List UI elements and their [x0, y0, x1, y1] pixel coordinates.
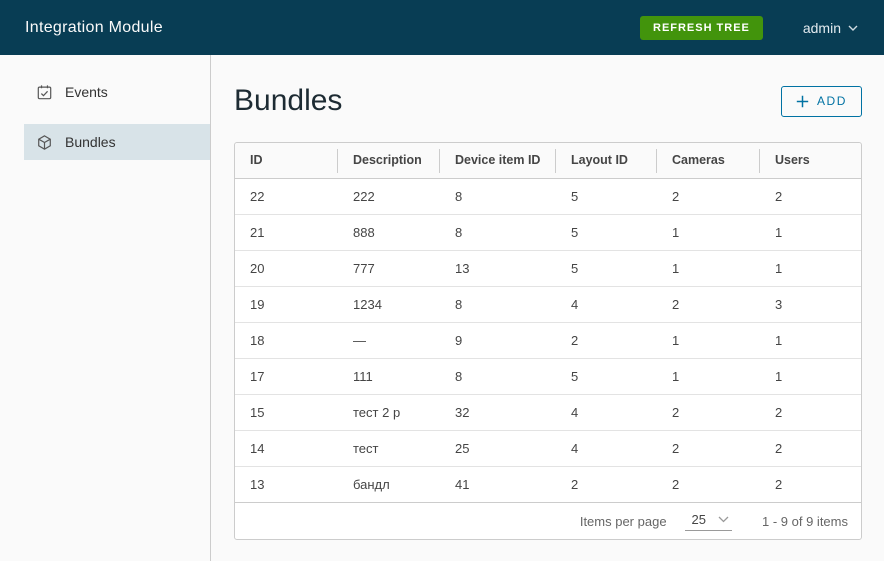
table-cell: 17 [235, 358, 338, 394]
table-cell: 111 [338, 358, 440, 394]
table-header-row: IDDescriptionDevice item IDLayout IDCame… [235, 143, 861, 178]
table-cell: 8 [440, 358, 556, 394]
page-title: Bundles [234, 84, 342, 118]
items-per-page-select[interactable]: 25 [685, 512, 732, 531]
table-cell: 4 [556, 430, 657, 466]
table-cell: 222 [338, 178, 440, 214]
table-cell: 2 [760, 394, 861, 430]
plus-icon [796, 95, 809, 108]
column-header: Device item ID [440, 143, 556, 178]
table-cell: 2 [657, 286, 760, 322]
table-body: 2222285222188885112077713511191234842318… [235, 178, 861, 502]
table-cell: 2 [760, 430, 861, 466]
table-cell: 2 [760, 178, 861, 214]
table-cell: 2 [657, 394, 760, 430]
table-cell: 1 [760, 322, 861, 358]
pagination-range: 1 - 9 of 9 items [762, 514, 848, 529]
sidebar: Events Bundles [0, 55, 211, 561]
table-cell: 20 [235, 250, 338, 286]
main-content: Bundles ADD IDDescriptionDevice item IDL… [211, 55, 884, 561]
table-row[interactable]: 15тест 2 р32422 [235, 394, 861, 430]
table-row[interactable]: 18—9211 [235, 322, 861, 358]
table-cell: 888 [338, 214, 440, 250]
table-cell: 1 [760, 358, 861, 394]
page-header: Bundles ADD [234, 81, 862, 121]
table-cell: 5 [556, 358, 657, 394]
table-row[interactable]: 13бандл41222 [235, 466, 861, 502]
user-menu-label: admin [803, 20, 841, 36]
table-cell: 9 [440, 322, 556, 358]
sidebar-item-events[interactable]: Events [24, 74, 210, 110]
column-header: Description [338, 143, 440, 178]
table-cell: 2 [556, 322, 657, 358]
table-cell: 13 [235, 466, 338, 502]
table-cell: 1 [657, 322, 760, 358]
table-cell: бандл [338, 466, 440, 502]
table-cell: 2 [760, 466, 861, 502]
table-cell: 1 [657, 250, 760, 286]
add-button-label: ADD [817, 94, 847, 108]
table-cell: 2 [556, 466, 657, 502]
table-cell: 19 [235, 286, 338, 322]
chevron-down-icon [718, 516, 729, 523]
table-cell: тест 2 р [338, 394, 440, 430]
table-cell: 5 [556, 250, 657, 286]
table-row[interactable]: 218888511 [235, 214, 861, 250]
table-cell: 15 [235, 394, 338, 430]
table-row[interactable]: 1912348423 [235, 286, 861, 322]
table-cell: 2 [657, 466, 760, 502]
user-menu[interactable]: admin [803, 20, 858, 36]
sidebar-item-label: Events [65, 84, 108, 100]
table-cell: 25 [440, 430, 556, 466]
chevron-down-icon [848, 25, 858, 31]
table-cell: 3 [760, 286, 861, 322]
table-cell: 1 [657, 358, 760, 394]
table-cell: 777 [338, 250, 440, 286]
table-cell: 8 [440, 178, 556, 214]
table-cell: 8 [440, 286, 556, 322]
table-cell: 41 [440, 466, 556, 502]
table-cell: 2 [657, 430, 760, 466]
event-calendar-check-icon [36, 84, 53, 101]
sidebar-item-bundles[interactable]: Bundles [24, 124, 210, 160]
table-cell: 8 [440, 214, 556, 250]
items-per-page-label: Items per page [580, 514, 667, 529]
table-row[interactable]: 2077713511 [235, 250, 861, 286]
table-cell: — [338, 322, 440, 358]
table-cell: 13 [440, 250, 556, 286]
table-cell: 4 [556, 286, 657, 322]
table-cell: 5 [556, 214, 657, 250]
bundles-datagrid: IDDescriptionDevice item IDLayout IDCame… [234, 142, 862, 540]
datagrid-footer: Items per page 25 1 - 9 of 9 items [235, 502, 861, 539]
bundles-table: IDDescriptionDevice item IDLayout IDCame… [235, 143, 861, 502]
column-header: ID [235, 143, 338, 178]
items-per-page-value: 25 [692, 512, 706, 527]
table-row[interactable]: 222228522 [235, 178, 861, 214]
table-row[interactable]: 14тест25422 [235, 430, 861, 466]
column-header: Layout ID [556, 143, 657, 178]
column-header: Users [760, 143, 861, 178]
table-cell: тест [338, 430, 440, 466]
table-cell: 21 [235, 214, 338, 250]
table-cell: 32 [440, 394, 556, 430]
bundle-cube-icon [36, 134, 53, 151]
table-cell: 1 [657, 214, 760, 250]
sidebar-item-label: Bundles [65, 134, 116, 150]
app-header: Integration Module REFRESH TREE admin [0, 0, 884, 55]
column-header: Cameras [657, 143, 760, 178]
app-title: Integration Module [0, 19, 163, 37]
table-cell: 2 [657, 178, 760, 214]
table-cell: 1 [760, 214, 861, 250]
table-cell: 22 [235, 178, 338, 214]
add-button[interactable]: ADD [781, 86, 862, 117]
table-cell: 1234 [338, 286, 440, 322]
table-cell: 14 [235, 430, 338, 466]
table-cell: 1 [760, 250, 861, 286]
table-cell: 18 [235, 322, 338, 358]
refresh-tree-button[interactable]: REFRESH TREE [640, 16, 763, 40]
table-cell: 4 [556, 394, 657, 430]
table-cell: 5 [556, 178, 657, 214]
table-row[interactable]: 171118511 [235, 358, 861, 394]
